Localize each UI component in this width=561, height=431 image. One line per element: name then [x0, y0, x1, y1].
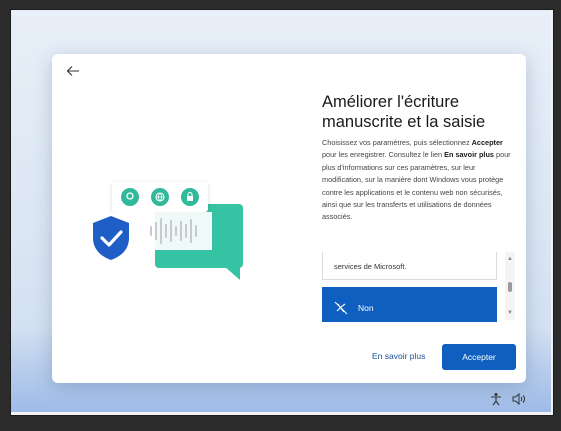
accessibility-icon[interactable]	[489, 392, 503, 408]
shield-check-icon	[90, 214, 132, 262]
speech-bubble-tail	[224, 266, 240, 280]
description-part: pour les enregistrer. Consultez le lien	[322, 150, 445, 160]
volume-icon[interactable]	[511, 392, 527, 408]
oobe-background: Améliorer l'écriture manuscrite et la sa…	[11, 10, 551, 412]
privacy-illustration	[88, 182, 258, 294]
permission-card	[112, 182, 208, 212]
option-previous[interactable]: services de Microsoft.	[322, 252, 497, 280]
chevron-down-icon[interactable]: ▼	[505, 308, 515, 318]
no-tracking-icon	[334, 301, 348, 315]
option-no[interactable]: Non	[322, 287, 497, 322]
description-part: Choisissez vos paramètres, puis sélectio…	[322, 138, 472, 147]
location-pin-icon	[121, 188, 139, 206]
option-no-label: Non	[358, 303, 374, 313]
options-scrollbar[interactable]: ▲ ▼	[505, 252, 515, 320]
accept-button[interactable]: Accepter	[442, 344, 516, 370]
scrollbar-thumb[interactable]	[508, 282, 512, 292]
description-part: pour plus d'informations sur ces paramèt…	[322, 150, 511, 222]
page-description: Choisissez vos paramètres, puis sélectio…	[322, 137, 518, 224]
description-learn-more-bold: En savoir plus	[444, 150, 494, 160]
page-title: Améliorer l'écriture manuscrite et la sa…	[322, 93, 486, 131]
back-arrow-icon[interactable]	[66, 64, 82, 80]
chevron-up-icon[interactable]: ▲	[505, 254, 515, 264]
options-list[interactable]: services de Microsoft. Non ▲ ▼	[322, 252, 518, 322]
setup-dialog: Améliorer l'écriture manuscrite et la sa…	[52, 54, 526, 383]
learn-more-button[interactable]: En savoir plus	[372, 351, 425, 365]
description-accept-bold: Accepter	[471, 138, 503, 147]
globe-icon	[151, 188, 169, 206]
lock-icon	[181, 188, 199, 206]
